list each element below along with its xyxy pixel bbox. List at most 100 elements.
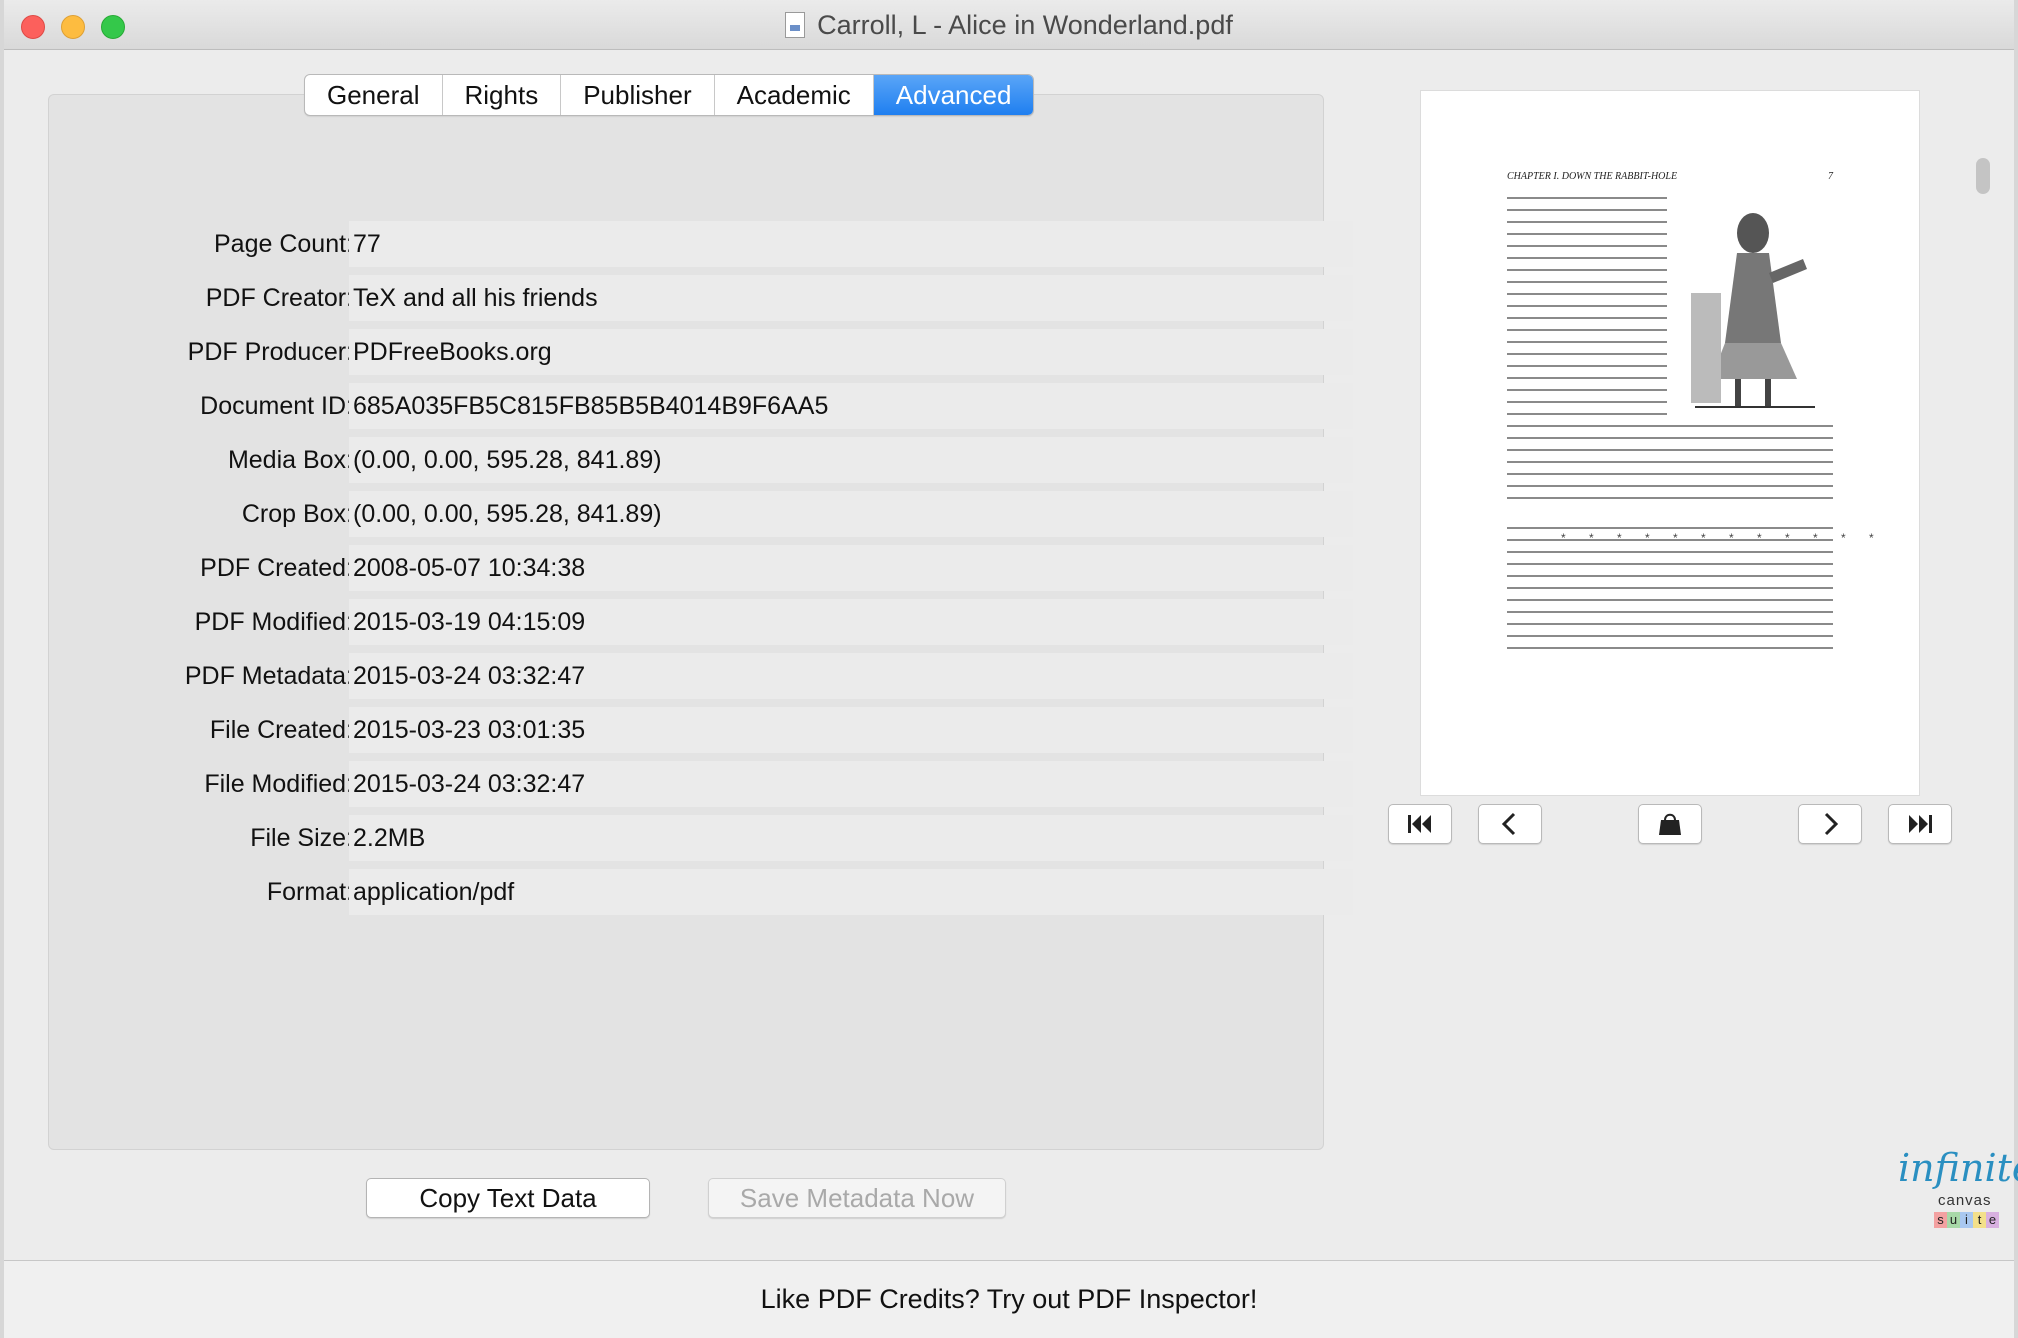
preview-text-line xyxy=(1507,233,1667,235)
alice-illustration-icon xyxy=(1685,203,1825,417)
metadata-value-field[interactable]: 2015-03-24 03:32:47 xyxy=(349,653,1353,699)
metadata-row: PDF Producer: PDFreeBooks.org xyxy=(93,329,1353,383)
preview-text-line xyxy=(1507,635,1833,637)
shop-bag-icon xyxy=(1659,813,1681,835)
preview-text-line xyxy=(1507,473,1833,475)
tab-general[interactable]: General xyxy=(305,75,443,115)
app-window: Carroll, L - Alice in Wonderland.pdf Pag… xyxy=(0,0,2018,1338)
promo-text[interactable]: Like PDF Credits? Try out PDF Inspector! xyxy=(761,1284,1258,1315)
infinite-canvas-suite-logo: infinite canvas suite xyxy=(1898,1146,2018,1250)
tab-advanced[interactable]: Advanced xyxy=(873,75,1034,115)
preview-text-line xyxy=(1507,575,1833,577)
preview-text-line xyxy=(1507,587,1833,589)
metadata-label: PDF Created: xyxy=(200,554,353,582)
metadata-value-field[interactable]: application/pdf xyxy=(349,869,1353,915)
metadata-value-field[interactable]: 2015-03-24 03:32:47 xyxy=(349,761,1353,807)
metadata-value-field[interactable]: 2008-05-07 10:34:38 xyxy=(349,545,1353,591)
preview-text-line xyxy=(1507,389,1667,391)
copy-text-data-button[interactable]: Copy Text Data xyxy=(366,1178,650,1218)
metadata-label: PDF Producer: xyxy=(187,338,353,366)
preview-text-line xyxy=(1507,425,1833,427)
preview-text-line xyxy=(1507,377,1667,379)
preview-text-line xyxy=(1507,209,1667,211)
window-title-wrap: Carroll, L - Alice in Wonderland.pdf xyxy=(4,0,2014,50)
shop-button[interactable] xyxy=(1638,804,1702,844)
metadata-label: PDF Creator: xyxy=(205,284,353,312)
preview-text-line xyxy=(1507,293,1667,295)
last-page-icon xyxy=(1909,815,1932,833)
promo-footer[interactable]: Like PDF Credits? Try out PDF Inspector! xyxy=(4,1260,2014,1338)
preview-text-line xyxy=(1507,461,1833,463)
metadata-label: Media Box: xyxy=(227,446,353,474)
logo-suite-letter: s xyxy=(1934,1212,1947,1228)
preview-text-line xyxy=(1507,245,1667,247)
metadata-value-field[interactable]: (0.00, 0.00, 595.28, 841.89) xyxy=(349,491,1353,537)
page-preview[interactable]: CHAPTER I. DOWN THE RABBIT-HOLE 7 * * * … xyxy=(1420,90,1920,796)
logo-suite-letter: t xyxy=(1973,1212,1986,1228)
metadata-value-field[interactable]: PDFreeBooks.org xyxy=(349,329,1353,375)
metadata-label: File Size: xyxy=(250,824,353,852)
logo-canvas-text: canvas xyxy=(1938,1192,1992,1209)
metadata-value-field[interactable]: (0.00, 0.00, 595.28, 841.89) xyxy=(349,437,1353,483)
next-page-button[interactable] xyxy=(1798,804,1862,844)
metadata-value-field[interactable]: 685A035FB5C815FB85B5B4014B9F6AA5 xyxy=(349,383,1353,429)
first-page-icon xyxy=(1408,815,1431,833)
preview-text-line xyxy=(1507,401,1667,403)
metadata-row: File Size: 2.2MB xyxy=(93,815,1353,869)
metadata-row: Document ID: 685A035FB5C815FB85B5B4014B9F… xyxy=(93,383,1353,437)
preview-text-line xyxy=(1507,437,1833,439)
preview-scrollbar-thumb[interactable] xyxy=(1976,158,1990,194)
metadata-row: PDF Modified: 2015-03-19 04:15:09 xyxy=(93,599,1353,653)
preview-text-line xyxy=(1507,269,1667,271)
preview-text-line xyxy=(1507,257,1667,259)
metadata-row: File Modified: 2015-03-24 03:32:47 xyxy=(93,761,1353,815)
metadata-row: Format: application/pdf xyxy=(93,869,1353,923)
last-page-button[interactable] xyxy=(1888,804,1952,844)
metadata-value-field[interactable]: 2015-03-19 04:15:09 xyxy=(349,599,1353,645)
preview-text-line xyxy=(1507,647,1833,649)
preview-text-line xyxy=(1507,551,1833,553)
preview-text-line xyxy=(1507,281,1667,283)
preview-text-line xyxy=(1507,599,1833,601)
title-bar: Carroll, L - Alice in Wonderland.pdf xyxy=(4,0,2014,50)
preview-page-number: 7 xyxy=(1828,171,1833,182)
metadata-label: Format: xyxy=(266,878,353,906)
preview-text-line xyxy=(1507,497,1833,499)
preview-text-line xyxy=(1507,611,1833,613)
metadata-label: File Created: xyxy=(209,716,353,744)
previous-page-button[interactable] xyxy=(1478,804,1542,844)
metadata-panel: Page Count: 77 PDF Creator: TeX and all his… xyxy=(48,94,1353,1150)
preview-text-line xyxy=(1507,221,1667,223)
metadata-label: PDF Modified: xyxy=(194,608,353,636)
metadata-row: PDF Creator: TeX and all his friends xyxy=(93,275,1353,329)
window-title: Carroll, L - Alice in Wonderland.pdf xyxy=(817,9,1233,40)
metadata-row: Page Count: 77 xyxy=(93,221,1353,275)
metadata-label: Crop Box: xyxy=(241,500,353,528)
metadata-row: File Created: 2015-03-23 03:01:35 xyxy=(93,707,1353,761)
metadata-value-field[interactable]: 2.2MB xyxy=(349,815,1353,861)
tab-rights[interactable]: Rights xyxy=(443,75,562,115)
first-page-button[interactable] xyxy=(1388,804,1452,844)
preview-text-line xyxy=(1507,317,1667,319)
next-page-icon xyxy=(1824,812,1839,836)
preview-text-line xyxy=(1507,485,1833,487)
tab-academic[interactable]: Academic xyxy=(715,75,874,115)
tab-publisher[interactable]: Publisher xyxy=(561,75,715,115)
preview-running-header: CHAPTER I. DOWN THE RABBIT-HOLE 7 xyxy=(1507,171,1833,182)
metadata-row: Media Box: (0.00, 0.00, 595.28, 841.89) xyxy=(93,437,1353,491)
preview-text-line xyxy=(1507,509,1833,517)
preview-text-line xyxy=(1507,623,1833,625)
metadata-value-field[interactable]: 2015-03-23 03:01:35 xyxy=(349,707,1353,753)
logo-script-text: infinite xyxy=(1898,1146,2018,1190)
preview-text-line xyxy=(1507,527,1833,529)
logo-suite-letter: i xyxy=(1960,1212,1973,1228)
logo-suite-letter: u xyxy=(1947,1212,1960,1228)
save-metadata-button[interactable]: Save Metadata Now xyxy=(708,1178,1006,1218)
tab-bar: General Rights Publisher Academic Advanced xyxy=(304,74,1035,116)
preview-text-line xyxy=(1507,329,1667,331)
metadata-value-field[interactable]: TeX and all his friends xyxy=(349,275,1353,321)
metadata-label: PDF Metadata: xyxy=(184,662,353,690)
metadata-value-field[interactable]: 77 xyxy=(349,221,1353,267)
logo-suite-letters: suite xyxy=(1934,1212,1999,1228)
prev-page-icon xyxy=(1501,812,1516,836)
